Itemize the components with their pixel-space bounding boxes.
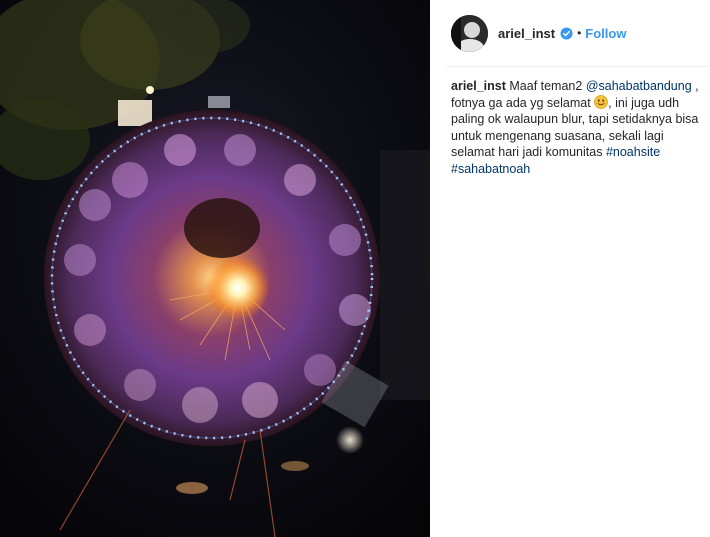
follow-button[interactable]: Follow (585, 26, 626, 41)
avatar[interactable] (451, 14, 488, 52)
post-photo[interactable] (0, 0, 430, 537)
smiling-face-emoji-icon (594, 94, 609, 109)
caption-mention-link[interactable]: @sahabatbandung (586, 79, 692, 93)
avatar-image (451, 14, 488, 52)
header-divider (446, 66, 709, 67)
caption-text-1: Maaf teman2 (509, 79, 583, 93)
caption-username[interactable]: ariel_inst (451, 79, 506, 93)
caption-hashtag-sahabatnoah[interactable]: #sahabatnoah (451, 162, 530, 176)
caption-text-3: fotnya ga ada yg selamat (451, 95, 591, 110)
caption-text-2: , (695, 79, 699, 93)
instagram-post: ariel_inst • Follow ariel_inst Maaf tema… (0, 0, 710, 537)
header-username[interactable]: ariel_inst (498, 26, 555, 41)
post-header: ariel_inst • Follow (430, 0, 710, 66)
caption-hashtag-noahsite[interactable]: #noahsite (606, 145, 660, 159)
post-caption: ariel_inst Maaf teman2 @sahabatbandung ,… (451, 78, 701, 177)
post-side-panel: ariel_inst • Follow ariel_inst Maaf tema… (430, 0, 710, 537)
tiny-planet-night-photo (0, 0, 430, 537)
header-separator: • (577, 26, 582, 40)
verified-badge-icon (560, 27, 573, 40)
